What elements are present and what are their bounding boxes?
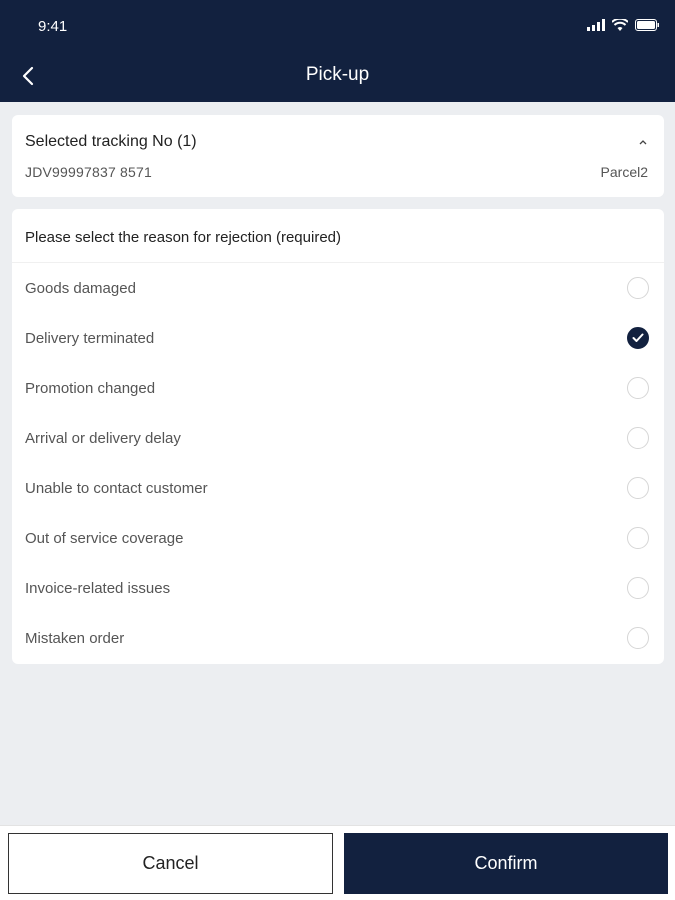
cellular-signal-icon xyxy=(587,19,605,31)
tracking-label: Selected tracking No (1) xyxy=(25,133,197,150)
page-title: Pick-up xyxy=(305,64,370,85)
reason-option-delivery-terminated[interactable]: Delivery terminated xyxy=(12,313,664,363)
reason-label: Delivery terminated xyxy=(25,329,155,347)
reason-option-out-of-coverage[interactable]: Out of service coverage xyxy=(12,513,664,563)
parcel-label: Parcel2 xyxy=(600,164,648,180)
reason-option-mistaken-order[interactable]: Mistaken order xyxy=(12,613,664,663)
radio-unchecked-icon[interactable] xyxy=(627,627,649,649)
reason-option-promotion-changed[interactable]: Promotion changed xyxy=(12,363,664,413)
wifi-icon xyxy=(612,19,628,31)
reason-option-invoice-issues[interactable]: Invoice-related issues xyxy=(12,563,664,613)
status-icons xyxy=(587,17,659,33)
rejection-reason-card: Please select the reason for rejection (… xyxy=(12,209,664,664)
radio-unchecked-icon[interactable] xyxy=(627,277,649,299)
reason-label: Arrival or delivery delay xyxy=(25,429,181,447)
reason-heading: Please select the reason for rejection (… xyxy=(12,209,664,263)
reason-label: Promotion changed xyxy=(25,379,156,397)
reason-option-goods-damaged[interactable]: Goods damaged xyxy=(12,263,664,313)
radio-unchecked-icon[interactable] xyxy=(627,477,649,499)
radio-unchecked-icon[interactable] xyxy=(627,427,649,449)
radio-unchecked-icon[interactable] xyxy=(627,577,649,599)
reason-label: Out of service coverage xyxy=(25,529,184,547)
reason-label: Invoice-related issues xyxy=(25,579,171,597)
reason-option-arrival-delay[interactable]: Arrival or delivery delay xyxy=(12,413,664,463)
action-footer: Cancel Confirm xyxy=(0,825,675,900)
tracking-card: Selected tracking No (1) JDV99997837 857… xyxy=(12,115,664,197)
cancel-button[interactable]: Cancel xyxy=(8,833,333,894)
confirm-button[interactable]: Confirm xyxy=(344,833,668,894)
checkmark-icon xyxy=(632,333,644,342)
reason-label: Goods damaged xyxy=(25,279,136,297)
radio-unchecked-icon[interactable] xyxy=(627,527,649,549)
reason-label: Mistaken order xyxy=(25,629,125,647)
radio-unchecked-icon[interactable] xyxy=(627,377,649,399)
reason-label: Unable to contact customer xyxy=(25,479,208,497)
radio-checked-icon[interactable] xyxy=(627,327,649,349)
chevron-up-icon[interactable] xyxy=(638,137,648,147)
reason-option-unable-to-contact[interactable]: Unable to contact customer xyxy=(12,463,664,513)
app-header: 9:41 Pick-up xyxy=(0,0,675,102)
reason-list: Goods damaged Delivery terminated Promot… xyxy=(12,263,664,663)
status-time: 9:41 xyxy=(38,18,68,35)
battery-icon xyxy=(635,19,659,31)
tracking-number: JDV99997837 8571 xyxy=(25,164,152,180)
